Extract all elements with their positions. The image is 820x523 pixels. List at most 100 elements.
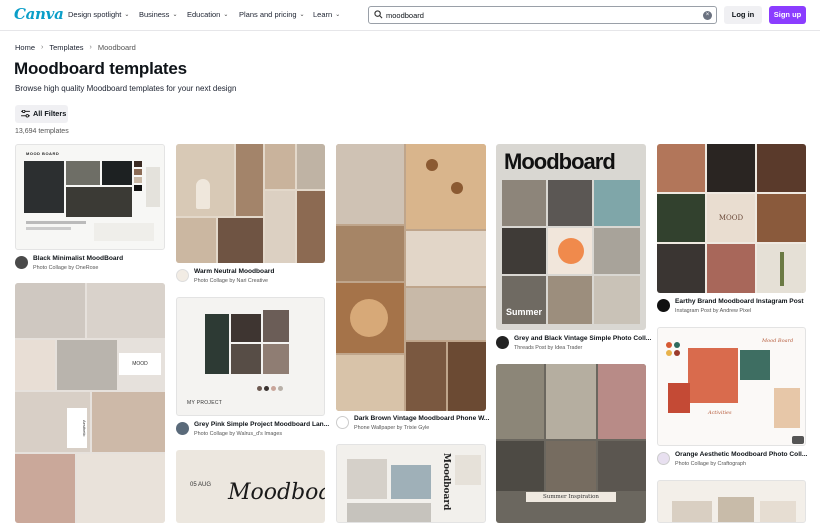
template-card-vertical-moodboard[interactable]: Moodboard xyxy=(336,444,486,523)
template-card-aesthetic-collage[interactable]: MOOD Aesthetic xyxy=(15,283,165,523)
thumb-photo xyxy=(598,364,646,439)
thumb-photo xyxy=(760,501,796,522)
thumb-label: MOOD BOARD xyxy=(26,151,60,156)
canva-logo[interactable]: Canva xyxy=(14,5,64,23)
template-subtitle: Photo Collage by OneRose xyxy=(33,265,99,271)
thumb-photo xyxy=(448,342,486,411)
search-bar[interactable]: moodboard × xyxy=(368,6,717,24)
template-card-black-minimalist[interactable]: MOOD BOARD xyxy=(15,144,165,250)
nav-label: Learn xyxy=(313,10,333,19)
template-meta: Black Minimalist MoodBoard Photo Collage… xyxy=(15,255,165,275)
thumb-photo xyxy=(406,231,486,286)
avatar xyxy=(176,422,189,435)
login-button[interactable]: Log in xyxy=(724,6,762,24)
thumb-label: MOOD xyxy=(119,353,161,375)
template-card-partial[interactable] xyxy=(657,480,806,523)
template-card-warm-neutral[interactable] xyxy=(176,144,325,263)
thumb-palette-strip xyxy=(236,144,263,216)
thumb-photo xyxy=(391,465,431,499)
thumb-photo xyxy=(347,503,431,522)
template-card-earthy-brand[interactable]: MOOD xyxy=(657,144,806,293)
thumb-photo xyxy=(406,342,446,411)
thumb-photo xyxy=(496,364,544,439)
thumb-photo xyxy=(176,218,216,263)
page-subtitle: Browse high quality Moodboard templates … xyxy=(15,84,237,93)
template-title[interactable]: Black Minimalist MoodBoard xyxy=(33,255,123,262)
thumb-label: MOOD xyxy=(707,194,755,242)
thumb-label: Mood Board xyxy=(762,338,794,344)
page-title: Moodboard templates xyxy=(14,59,187,78)
breadcrumb-current: Moodboard xyxy=(97,43,136,52)
thumb-text-line xyxy=(26,227,71,230)
thumb-photo xyxy=(406,144,486,229)
thumb-photo xyxy=(297,191,325,263)
thumb-photo xyxy=(336,144,404,224)
chevron-down-icon: ⌄ xyxy=(172,12,178,18)
template-title[interactable]: Earthy Brand Moodboard Instagram Post xyxy=(675,298,804,305)
all-filters-label: All Filters xyxy=(33,109,67,118)
chevron-right-icon: › xyxy=(89,44,92,51)
nav-education[interactable]: Education ⌄ xyxy=(187,10,228,19)
color-swatch xyxy=(134,169,142,175)
avatar xyxy=(657,452,670,465)
thumb-photo xyxy=(594,276,640,324)
thumb-plant xyxy=(780,252,784,286)
breadcrumb-home[interactable]: Home xyxy=(15,43,35,52)
thumb-photo xyxy=(231,314,261,342)
nav-label: Business xyxy=(139,10,170,19)
template-card-grey-black-vintage[interactable]: Moodboard Summer xyxy=(496,144,646,330)
template-count: 13,694 templates xyxy=(15,128,69,135)
thumb-photo xyxy=(546,441,596,491)
thumb-photo xyxy=(594,180,640,226)
template-subtitle: Threads Post by Idea Trader xyxy=(514,345,583,351)
clear-search-icon[interactable]: × xyxy=(703,11,712,20)
nav-learn[interactable]: Learn ⌄ xyxy=(313,10,340,19)
thumb-photo xyxy=(502,228,546,274)
template-card-grey-pink[interactable]: MY PROJECT xyxy=(176,297,325,416)
thumb-photo xyxy=(297,144,325,189)
color-swatch xyxy=(666,350,672,356)
search-input[interactable]: moodboard xyxy=(386,11,424,20)
template-card-summer-inspiration[interactable]: Summer Inspiration xyxy=(496,364,646,523)
thumb-photo xyxy=(688,348,738,403)
thumb-photo xyxy=(594,228,640,274)
thumb-photo xyxy=(265,191,295,263)
thumb-photo xyxy=(548,276,592,324)
thumb-photo xyxy=(657,244,705,293)
template-card-moodboard-script[interactable]: 05 AUG Moodboard xyxy=(176,450,325,523)
template-title[interactable]: Warm Neutral Moodboard xyxy=(194,268,274,275)
thumb-photo xyxy=(57,340,117,390)
color-swatch xyxy=(134,177,142,183)
thumb-photo xyxy=(496,441,544,491)
thumb-photo xyxy=(668,383,690,413)
thumb-orb xyxy=(558,238,584,264)
avatar xyxy=(657,299,670,312)
color-swatch xyxy=(134,185,142,191)
nav-design-spotlight[interactable]: Design spotlight ⌄ xyxy=(68,10,129,19)
thumb-photo xyxy=(707,144,755,192)
thumb-label: Activities xyxy=(708,410,732,416)
template-title[interactable]: Grey Pink Simple Project Moodboard Lan..… xyxy=(194,421,329,428)
template-card-orange-aesthetic[interactable]: Mood Board Activities xyxy=(657,327,806,446)
avatar xyxy=(176,269,189,282)
filter-icon xyxy=(21,110,30,118)
nav-plans-and-pricing[interactable]: Plans and pricing ⌄ xyxy=(239,10,305,19)
template-title[interactable]: Dark Brown Vintage Moodboard Phone W... xyxy=(354,415,489,422)
template-card-dark-brown-vintage[interactable] xyxy=(336,144,486,411)
template-title[interactable]: Grey and Black Vintage Simple Photo Coll… xyxy=(514,335,651,342)
thumb-label: Aesthetic xyxy=(67,408,87,448)
signup-button[interactable]: Sign up xyxy=(769,6,806,24)
thumb-label: Moodboard xyxy=(504,149,616,174)
breadcrumb-templates[interactable]: Templates xyxy=(49,43,83,52)
thumb-photo xyxy=(15,283,85,338)
template-title[interactable]: Orange Aesthetic Moodboard Photo Coll... xyxy=(675,451,807,458)
thumb-photo xyxy=(757,194,806,242)
chevron-right-icon: › xyxy=(41,44,44,51)
color-swatch xyxy=(271,386,276,391)
color-swatch xyxy=(674,350,680,356)
template-subtitle: Phone Wallpaper by Trixie Gyle xyxy=(354,425,430,431)
thumb-photo xyxy=(263,310,289,342)
nav-business[interactable]: Business ⌄ xyxy=(139,10,177,19)
all-filters-button[interactable]: All Filters xyxy=(15,105,68,123)
template-subtitle: Photo Collage by Nari Creative xyxy=(194,278,269,284)
